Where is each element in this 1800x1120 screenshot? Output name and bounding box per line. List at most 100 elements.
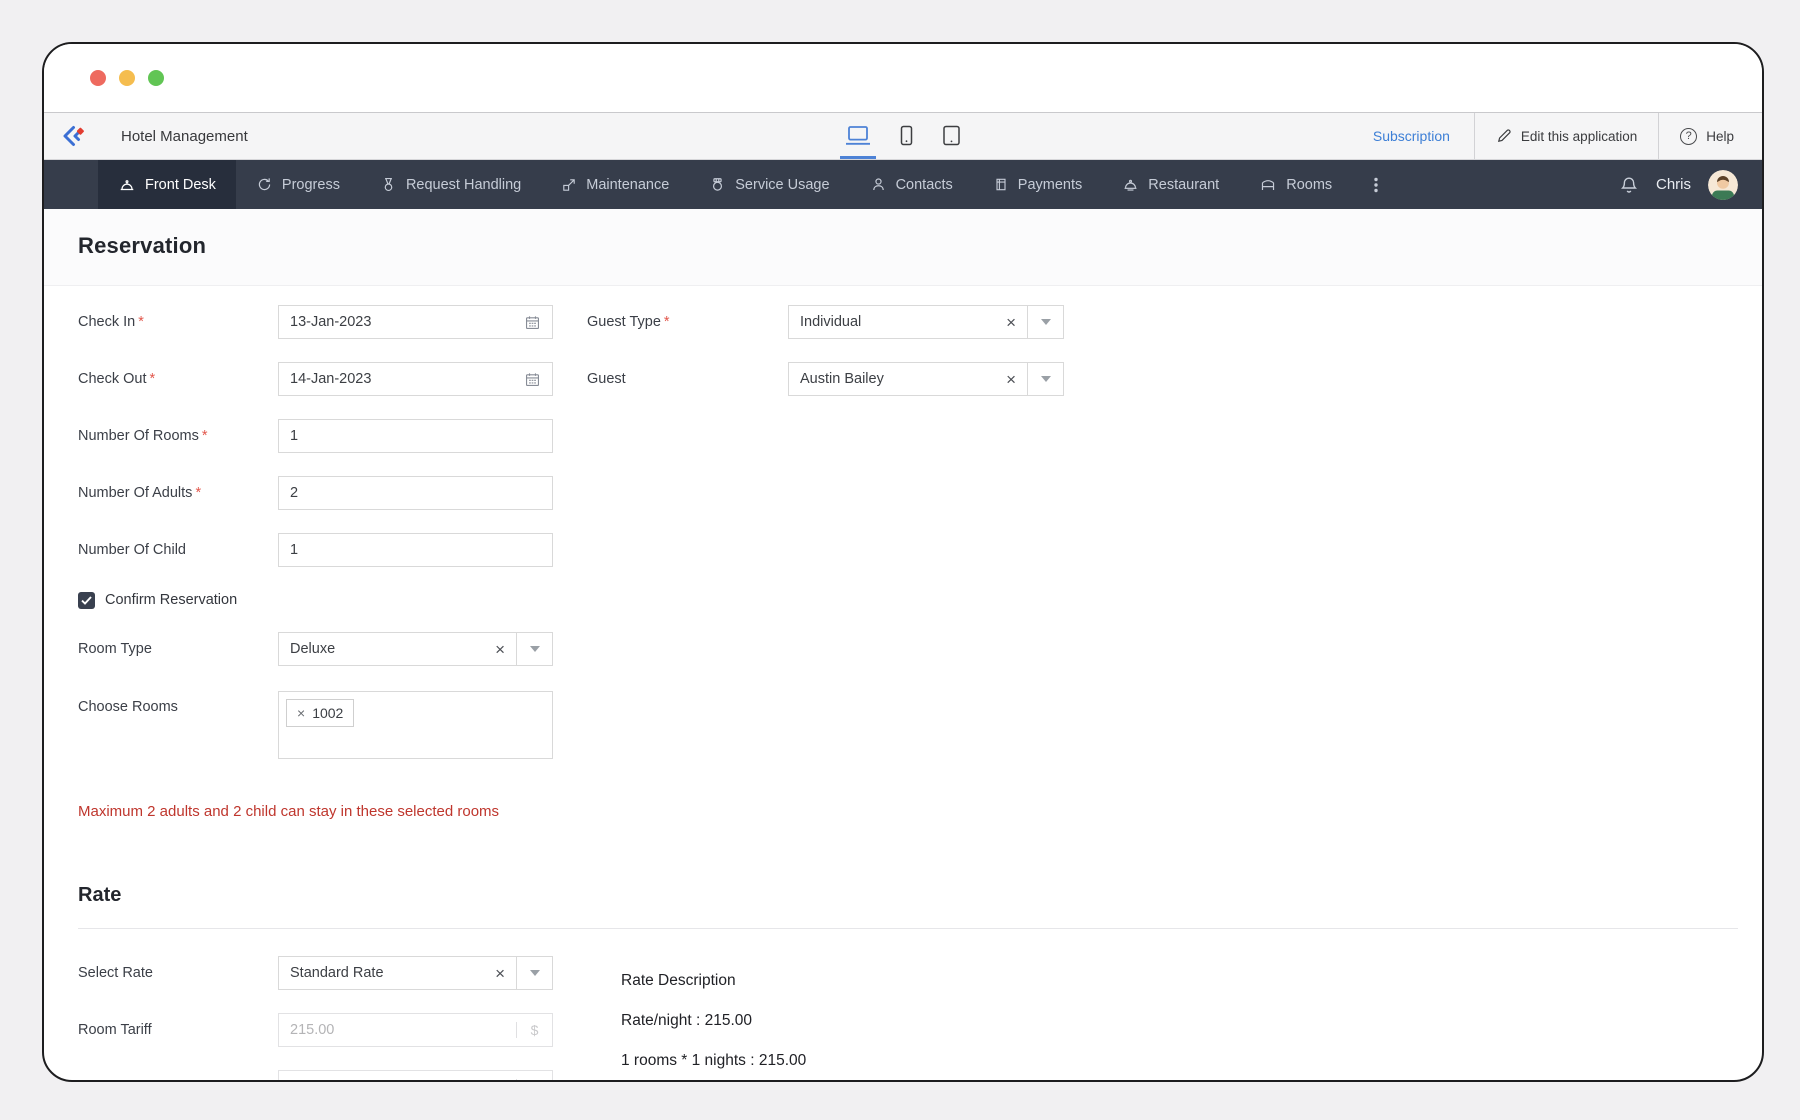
confirm-reservation-label[interactable]: Confirm Reservation (105, 592, 237, 608)
tax-amount-value: 0.00 (279, 1079, 516, 1080)
required-mark: * (138, 314, 144, 330)
room-type-label: Room Type (78, 641, 152, 657)
guest-type-dropdown-button[interactable] (1027, 306, 1063, 338)
number-of-adults-label: Number Of Adults * (78, 485, 202, 501)
guest-select[interactable]: Austin Bailey × (788, 362, 1064, 396)
currency-symbol: $ (516, 1022, 552, 1038)
select-rate-select[interactable]: Standard Rate × (278, 956, 553, 990)
edit-application-label: Edit this application (1520, 128, 1638, 144)
phone-icon[interactable] (897, 113, 916, 159)
help-label: Help (1706, 128, 1734, 144)
nav-tab-payments[interactable]: Payments (973, 160, 1102, 209)
nav-tab-maintenance[interactable]: Maintenance (541, 160, 689, 209)
required-mark: * (195, 485, 202, 501)
kebab-menu-icon (1368, 176, 1384, 194)
external-arrow-icon (561, 177, 577, 193)
app-logo-icon[interactable] (44, 113, 102, 159)
nav-tab-label: Restaurant (1148, 176, 1220, 193)
confirm-reservation-row: Confirm Reservation (78, 590, 1762, 610)
nav-tab-service-usage[interactable]: Service Usage (689, 160, 849, 209)
user-name[interactable]: Chris (1656, 176, 1691, 193)
check-out-input[interactable]: 14-Jan-2023 (278, 362, 553, 396)
toolbar-right: Subscription Edit this application ? Hel… (1349, 113, 1762, 159)
number-of-rooms-input[interactable]: 1 (278, 419, 553, 453)
tax-amount-row: Tax Amount 0.00 $ (78, 1070, 1762, 1080)
app-window: Hotel Management Subscription Edit this … (42, 42, 1764, 1082)
calendar-icon[interactable] (524, 314, 541, 331)
guest-type-row: Guest Type * Individual × (587, 305, 1064, 339)
number-of-rooms-value: 1 (290, 428, 299, 444)
cash-register-icon (993, 176, 1009, 193)
check-in-value: 13-Jan-2023 (290, 314, 372, 330)
nav-more-button[interactable] (1352, 160, 1400, 209)
nav-tab-front-desk[interactable]: Front Desk (98, 160, 236, 209)
clear-x-icon[interactable]: × (1006, 314, 1016, 331)
edit-application-button[interactable]: Edit this application (1473, 113, 1658, 159)
nav-tab-request-handling[interactable]: Request Handling (360, 160, 541, 209)
desk-bell-icon (118, 176, 136, 194)
laptop-icon[interactable] (840, 113, 876, 159)
checkmark-icon (81, 595, 92, 605)
main-content: Reservation Check In * 13-Jan-2023 Check… (44, 209, 1762, 1080)
calendar-icon[interactable] (524, 371, 541, 388)
nav-tab-restaurant[interactable]: Restaurant (1102, 160, 1239, 209)
guest-type-select[interactable]: Individual × (788, 305, 1064, 339)
main-navbar: Front Desk Progress Request Handling Mai… (44, 160, 1762, 209)
form-right-column: Guest Type * Individual × Guest Austin B… (587, 305, 1064, 419)
number-of-child-input[interactable]: 1 (278, 533, 553, 567)
close-window-button[interactable] (90, 70, 106, 86)
select-rate-value: Standard Rate (290, 965, 384, 981)
window-titlebar (44, 44, 1762, 112)
help-button[interactable]: ? Help (1658, 113, 1762, 159)
select-rate-row: Select Rate Standard Rate × (78, 956, 1762, 990)
select-rate-label: Select Rate (78, 965, 153, 981)
guest-row: Guest Austin Bailey × (587, 362, 1064, 396)
room-type-dropdown-button[interactable] (516, 633, 552, 665)
nav-tab-label: Front Desk (145, 176, 216, 193)
nav-tab-contacts[interactable]: Contacts (850, 160, 973, 209)
number-of-child-row: Number Of Child 1 (78, 533, 1762, 567)
bellhop-icon (709, 176, 726, 193)
room-chip-value: 1002 (312, 705, 344, 721)
nav-tab-label: Rooms (1286, 176, 1333, 193)
user-avatar[interactable] (1708, 169, 1738, 200)
nav-tab-progress[interactable]: Progress (236, 160, 360, 209)
number-of-adults-input[interactable]: 2 (278, 476, 553, 510)
app-title: Hotel Management (121, 127, 248, 145)
room-type-select[interactable]: Deluxe × (278, 632, 553, 666)
refresh-icon (256, 176, 273, 193)
navbar-right: Chris (1619, 160, 1762, 209)
required-mark: * (149, 371, 156, 387)
confirm-reservation-checkbox[interactable] (78, 591, 95, 609)
capacity-warning-text: Maximum 2 adults and 2 child can stay in… (78, 803, 500, 820)
check-in-input[interactable]: 13-Jan-2023 (278, 305, 553, 339)
subscription-link[interactable]: Subscription (1349, 113, 1474, 159)
clear-x-icon[interactable]: × (495, 641, 505, 658)
clear-x-icon[interactable]: × (495, 965, 505, 982)
tablet-icon[interactable] (940, 113, 963, 159)
minimize-window-button[interactable] (119, 70, 135, 86)
room-type-row: Room Type Deluxe × (78, 632, 1762, 666)
tax-amount-input: 0.00 $ (278, 1070, 553, 1080)
choose-rooms-multiselect[interactable]: × 1002 (278, 691, 553, 759)
caret-down-icon (529, 646, 540, 652)
nav-tab-rooms[interactable]: Rooms (1239, 160, 1352, 209)
room-tariff-input: 215.00 $ (278, 1013, 553, 1047)
active-device-underline (840, 156, 876, 159)
caret-down-icon (529, 970, 540, 976)
room-tariff-value: 215.00 (290, 1022, 335, 1038)
chip-remove-icon[interactable]: × (297, 705, 305, 721)
number-of-child-label: Number Of Child (78, 542, 186, 558)
person-icon (870, 176, 887, 193)
clear-x-icon[interactable]: × (1006, 371, 1016, 388)
room-chip: × 1002 (286, 699, 355, 727)
select-rate-dropdown-button[interactable] (516, 957, 552, 989)
rate-description-line: 1 rooms * 1 nights : 215.00 (621, 1052, 807, 1069)
section-divider (78, 928, 1738, 929)
guest-value: Austin Bailey (800, 371, 884, 387)
maximize-window-button[interactable] (148, 70, 164, 86)
nav-tab-label: Request Handling (405, 176, 522, 193)
notification-bell-icon[interactable] (1619, 175, 1639, 195)
tax-amount-label: Tax Amount (78, 1079, 278, 1080)
guest-dropdown-button[interactable] (1027, 363, 1063, 395)
